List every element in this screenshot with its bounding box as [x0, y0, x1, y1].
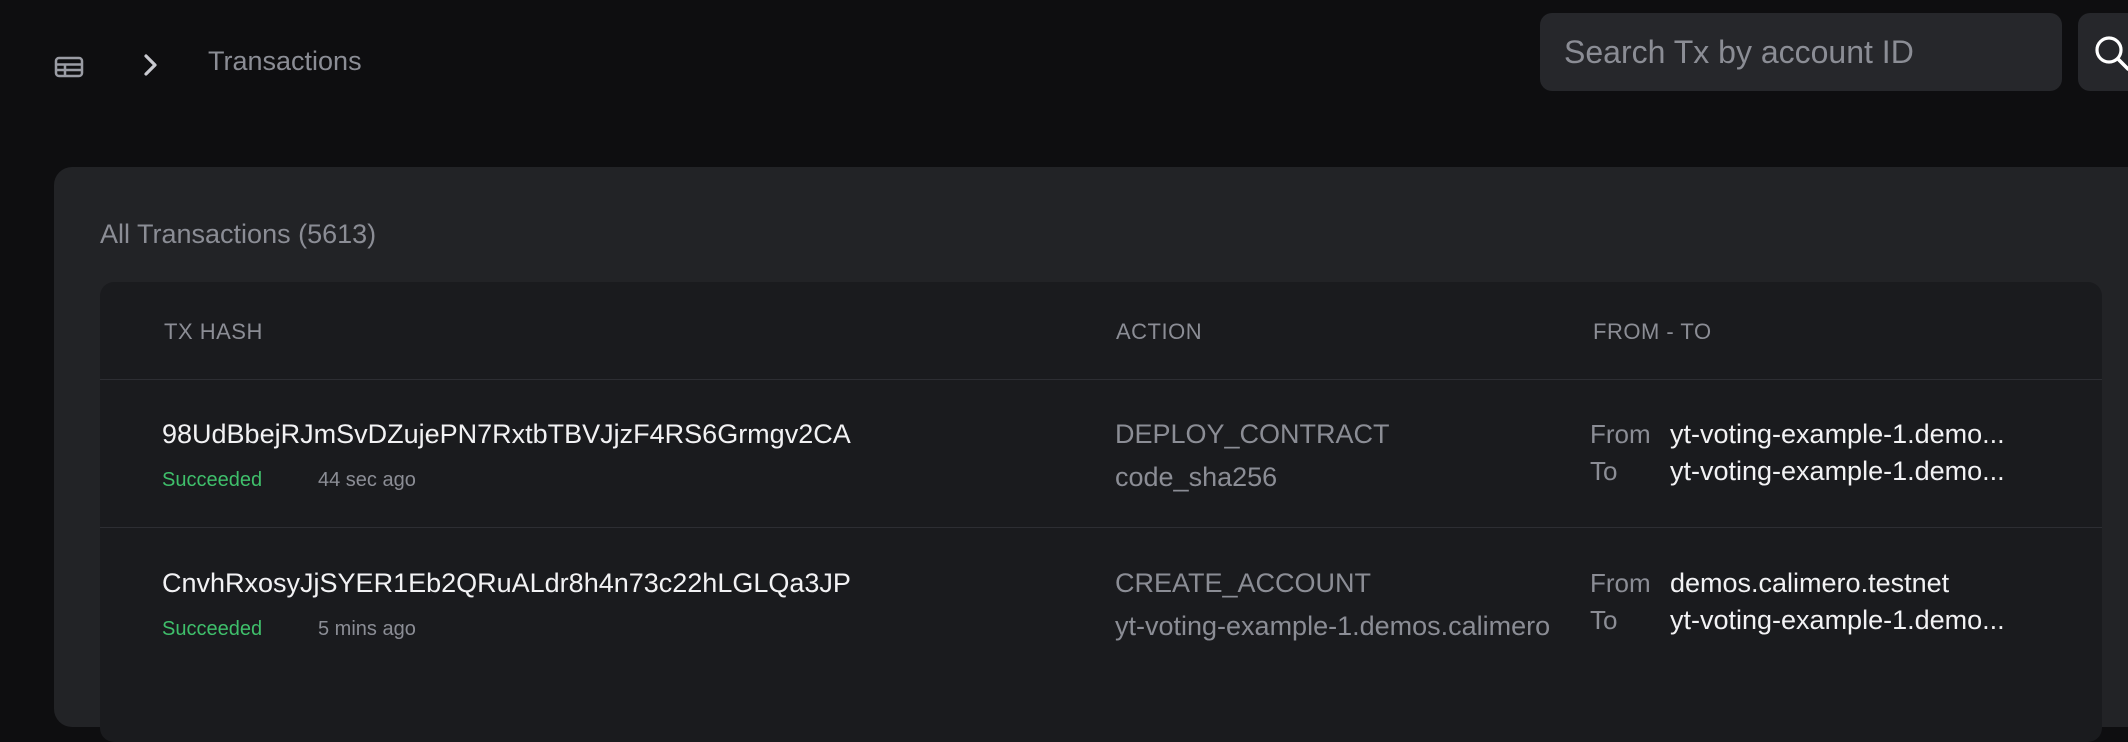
to-account-link[interactable]: yt-voting-example-1.demo... [1670, 456, 2030, 487]
table-header: TX HASH ACTION FROM - TO [100, 282, 2102, 380]
to-label: To [1590, 456, 1618, 486]
top-bar: Transactions [0, 0, 2128, 130]
from-account-link[interactable]: demos.calimero.testnet [1670, 568, 2030, 599]
action-detail: yt-voting-example-1.demos.calimero [1115, 611, 1551, 641]
action-type: CREATE_ACCOUNT [1115, 568, 1372, 598]
action-detail: code_sha256 [1115, 462, 1278, 492]
from-account-link[interactable]: yt-voting-example-1.demo... [1670, 419, 2030, 450]
column-header-action: ACTION [1116, 319, 1203, 344]
to-label: To [1590, 605, 1618, 635]
transactions-table: TX HASH ACTION FROM - TO 98UdBbejRJmSvDZ… [100, 282, 2102, 742]
column-header-from-to: FROM - TO [1593, 319, 1712, 344]
breadcrumb-transactions[interactable]: Transactions [208, 46, 362, 77]
search-input[interactable] [1540, 13, 2062, 91]
status-badge: Succeeded [162, 469, 263, 491]
action-type: DEPLOY_CONTRACT [1115, 419, 1390, 449]
column-header-tx-hash: TX HASH [164, 319, 263, 344]
tx-hash-link[interactable]: 98UdBbejRJmSvDZujePN7RxtbTBVJjzF4RS6Grmg… [162, 419, 851, 450]
panel-title: All Transactions (5613) [100, 219, 377, 249]
timestamp: 44 sec ago [318, 469, 416, 491]
status-badge: Succeeded [162, 618, 263, 640]
from-label: From [1590, 419, 1651, 449]
chevron-right-icon [141, 52, 161, 78]
table-row[interactable]: CnvhRxosyJjSYER1Eb2QRuALdr8h4n73c22hLGLQ… [100, 528, 2102, 676]
search-button[interactable] [2078, 13, 2128, 91]
from-label: From [1590, 568, 1651, 598]
to-account-link[interactable]: yt-voting-example-1.demo... [1670, 605, 2030, 636]
table-row[interactable]: 98UdBbejRJmSvDZujePN7RxtbTBVJjzF4RS6Grmg… [100, 379, 2102, 528]
search-icon [2095, 36, 2128, 71]
transactions-panel: All Transactions (5613) TX HASH ACTION F… [54, 167, 2128, 742]
table-icon[interactable] [54, 56, 84, 78]
tx-hash-link[interactable]: CnvhRxosyJjSYER1Eb2QRuALdr8h4n73c22hLGLQ… [162, 568, 851, 599]
timestamp: 5 mins ago [318, 618, 416, 640]
